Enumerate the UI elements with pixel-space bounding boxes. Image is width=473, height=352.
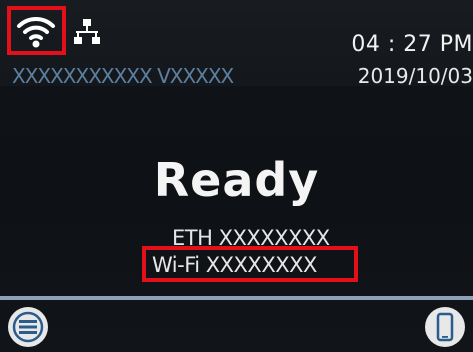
clock-time: 04 : 27 PM (351, 32, 473, 57)
menu-icon (12, 311, 44, 343)
ethernet-icon (73, 18, 101, 46)
wifi-address-highlight-box (142, 246, 358, 282)
bottom-divider (0, 296, 473, 300)
menu-button[interactable] (8, 307, 48, 347)
printer-display: 04 : 27 PM XXXXXXXXXXX VXXXXX 2019/10/03… (0, 0, 473, 352)
date: 2019/10/03 (357, 64, 473, 88)
model-name: XXXXXXXXXXX VXXXXX (12, 64, 234, 88)
status-message: Ready (153, 153, 320, 207)
mobile-device-button[interactable] (425, 307, 465, 347)
wifi-icon-highlight-box (7, 6, 66, 55)
mobile-device-icon (436, 312, 454, 342)
